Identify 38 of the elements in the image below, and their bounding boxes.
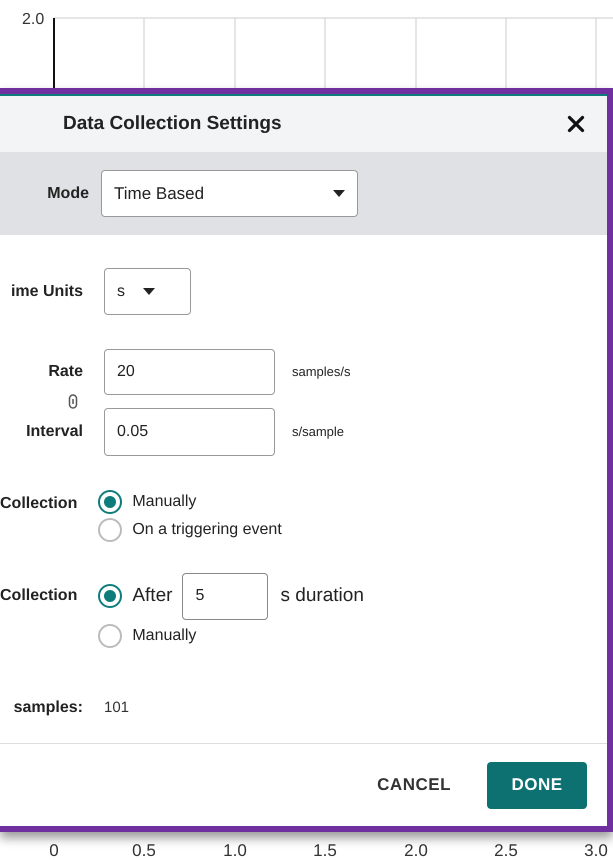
samples-value: 101 [104, 698, 130, 718]
option-label: After [132, 584, 172, 608]
option-label: Manually [132, 626, 196, 646]
axis-tick-label: 2.0 [404, 840, 428, 860]
axis-tick-label: 0 [49, 840, 59, 860]
radio-button[interactable] [98, 584, 122, 608]
field-label: Collection [0, 587, 78, 604]
mode-dropdown[interactable]: Time Based [101, 170, 358, 217]
unit-label: s duration [280, 584, 364, 608]
axis-tick-label: 2.0 [22, 10, 44, 30]
axis-tick-label: 2.5 [494, 840, 518, 860]
axis-tick-label: 0.5 [132, 840, 156, 860]
link-icon [68, 394, 78, 409]
cancel-button[interactable]: CANCEL [375, 772, 453, 798]
caret-icon [333, 190, 345, 197]
field-label: Collection [0, 495, 78, 512]
field-label: Mode [46, 184, 89, 204]
caret-icon [143, 288, 155, 295]
duration-field[interactable]: 5 [182, 572, 268, 620]
units-dropdown[interactable]: s [104, 268, 191, 315]
field-label: ime Units [10, 282, 83, 302]
radio-button[interactable] [98, 518, 122, 542]
unit-label: samples/s [292, 363, 351, 382]
option-label: Manually [132, 492, 196, 512]
axis-tick-label: 3.0 [584, 840, 608, 860]
field-label: samples: [12, 698, 83, 718]
field-label: Interval [25, 422, 83, 442]
axis-tick-label: 1.0 [223, 840, 247, 860]
unit-label: s/sample [292, 423, 344, 442]
rate-field[interactable]: 20 [104, 349, 275, 395]
field-label: Rate [47, 362, 83, 382]
done-button[interactable]: DONE [487, 762, 587, 808]
interval-field[interactable]: 0.05 [104, 408, 275, 456]
dialog-title: Data Collection Settings [63, 112, 282, 136]
axis-tick-label: 1.5 [313, 840, 337, 860]
radio-button[interactable] [98, 490, 122, 514]
radio-button[interactable] [98, 624, 122, 648]
option-label: On a triggering event [132, 520, 282, 540]
